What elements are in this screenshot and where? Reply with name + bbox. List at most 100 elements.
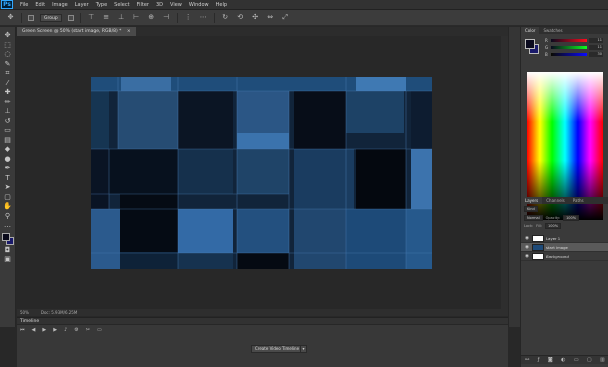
document-canvas[interactable]: [91, 77, 432, 269]
menu-view[interactable]: View: [170, 2, 182, 8]
foreground-color-swatch[interactable]: [525, 39, 535, 49]
type-tool-icon[interactable]: T: [2, 174, 13, 183]
vertical-scrollbar[interactable]: [501, 36, 508, 309]
move-tool-icon[interactable]: ✥: [2, 31, 13, 40]
fx-icon[interactable]: ƒ: [538, 357, 540, 363]
clone-stamp-tool-icon[interactable]: ⊥: [2, 107, 13, 116]
auto-select-checkbox[interactable]: [28, 14, 34, 21]
lasso-tool-icon[interactable]: ◌: [2, 50, 13, 59]
align-center-icon[interactable]: ⊕: [147, 13, 156, 22]
transition-icon[interactable]: ▭: [97, 327, 102, 333]
marquee-tool-icon[interactable]: ⬚: [2, 41, 13, 50]
menu-layer[interactable]: Layer: [75, 2, 89, 8]
zoom-tool-icon[interactable]: ⚲: [2, 212, 13, 221]
split-icon[interactable]: ✂: [86, 327, 90, 333]
tab-color[interactable]: Color: [521, 27, 540, 34]
mask-icon[interactable]: ◙: [548, 357, 553, 363]
eraser-tool-icon[interactable]: ▭: [2, 126, 13, 135]
adjustment-icon[interactable]: ◐: [561, 357, 565, 363]
3d-drag-icon[interactable]: ✣: [251, 13, 260, 22]
tab-paths[interactable]: Paths: [569, 197, 588, 204]
new-layer-icon[interactable]: ▢: [587, 357, 592, 363]
quick-select-tool-icon[interactable]: ✎: [2, 60, 13, 69]
first-frame-icon[interactable]: ⏮: [20, 327, 25, 333]
slider-b-value[interactable]: 30: [589, 52, 603, 57]
play-icon[interactable]: ▶: [42, 327, 46, 333]
menu-help[interactable]: Help: [216, 2, 227, 8]
document-tab[interactable]: Green Screen @ 50% (start image, RGB/8) …: [17, 27, 136, 36]
eyedropper-tool-icon[interactable]: ⁄: [2, 79, 13, 88]
close-icon[interactable]: ×: [127, 29, 131, 34]
tab-layers[interactable]: Layers: [521, 197, 543, 204]
eye-icon[interactable]: ◉: [524, 245, 530, 250]
fill-field[interactable]: 100%: [545, 223, 562, 229]
layer-row[interactable]: ◉ Background: [521, 252, 608, 261]
crop-tool-icon[interactable]: ⌗: [2, 69, 13, 78]
settings-icon[interactable]: ⚙: [74, 327, 78, 333]
menu-edit[interactable]: Edit: [35, 2, 45, 8]
hand-tool-icon[interactable]: ✋: [2, 202, 13, 211]
slider-r[interactable]: R 11: [545, 38, 603, 43]
opacity-field[interactable]: 100%: [563, 215, 580, 221]
tab-channels[interactable]: Channels: [542, 197, 569, 204]
menu-3d[interactable]: 3D: [156, 2, 163, 8]
history-brush-tool-icon[interactable]: ↺: [2, 117, 13, 126]
align-middle-icon[interactable]: ≡: [102, 13, 111, 22]
3d-roll-icon[interactable]: ⟲: [236, 13, 245, 22]
pen-tool-icon[interactable]: ✒: [2, 164, 13, 173]
align-left-icon[interactable]: ⊢: [132, 13, 141, 22]
menu-filter[interactable]: Filter: [137, 2, 149, 8]
zoom-level[interactable]: 50%: [20, 310, 29, 315]
eye-icon[interactable]: ◉: [524, 236, 530, 241]
show-transform-checkbox[interactable]: [67, 14, 74, 21]
edit-toolbar-icon[interactable]: …: [2, 221, 13, 230]
blur-tool-icon[interactable]: ◆: [2, 145, 13, 154]
document-info[interactable]: Doc: 5.93M/6.25M: [41, 310, 77, 315]
align-right-icon[interactable]: ⊣: [162, 13, 171, 22]
3d-rotate-icon[interactable]: ↻: [221, 13, 230, 22]
menu-file[interactable]: File: [20, 2, 28, 8]
distribute-icon[interactable]: ⋮: [184, 13, 193, 22]
folder-icon[interactable]: ▭: [574, 357, 579, 363]
brush-tool-icon[interactable]: ✏: [2, 98, 13, 107]
align-top-icon[interactable]: ⊤: [87, 13, 96, 22]
slider-r-value[interactable]: 11: [589, 38, 603, 43]
foreground-color-swatch[interactable]: [1, 232, 10, 241]
layer-row[interactable]: ◉ Layer 1: [521, 234, 608, 243]
blend-mode-select[interactable]: Normal: [524, 215, 543, 221]
link-icon[interactable]: ⚯: [525, 357, 529, 363]
3d-slide-icon[interactable]: ⇔: [266, 13, 275, 22]
trash-icon[interactable]: ▥: [600, 357, 605, 363]
layer-kind-filter[interactable]: Kind: [524, 206, 538, 212]
layer-row[interactable]: ◉ start image: [521, 243, 608, 252]
3d-scale-icon[interactable]: ⤢: [281, 13, 290, 22]
chevron-down-icon[interactable]: ▾: [300, 345, 307, 353]
screen-mode-icon[interactable]: ▣: [2, 255, 13, 264]
color-swatches[interactable]: [1, 232, 14, 245]
canvas-area[interactable]: [17, 36, 501, 309]
align-bottom-icon[interactable]: ⊥: [117, 13, 126, 22]
path-select-tool-icon[interactable]: ➤: [2, 183, 13, 192]
next-frame-icon[interactable]: ▶: [53, 327, 57, 333]
slider-g-track[interactable]: [551, 46, 587, 49]
menu-image[interactable]: Image: [52, 2, 68, 8]
shape-tool-icon[interactable]: ▢: [2, 193, 13, 202]
slider-g[interactable]: G 11: [545, 45, 603, 50]
dodge-tool-icon[interactable]: ●: [2, 155, 13, 164]
slider-g-value[interactable]: 11: [589, 45, 603, 50]
auto-select-dropdown[interactable]: Group: [40, 13, 62, 22]
create-video-timeline-button[interactable]: Create Video Timeline: [251, 345, 304, 353]
menu-window[interactable]: Window: [189, 2, 209, 8]
gradient-tool-icon[interactable]: ▤: [2, 136, 13, 145]
prev-frame-icon[interactable]: ◀: [32, 327, 36, 333]
slider-b[interactable]: B 30: [545, 52, 603, 57]
slider-r-track[interactable]: [551, 39, 587, 42]
slider-b-track[interactable]: [551, 53, 587, 56]
eye-icon[interactable]: ◉: [524, 254, 530, 259]
move-tool-icon[interactable]: ✥: [6, 13, 15, 22]
menu-select[interactable]: Select: [114, 2, 129, 8]
menu-type[interactable]: Type: [96, 2, 107, 8]
tab-swatches[interactable]: Swatches: [539, 27, 566, 34]
quick-mask-icon[interactable]: ◘: [2, 246, 13, 255]
healing-brush-tool-icon[interactable]: ✚: [2, 88, 13, 97]
